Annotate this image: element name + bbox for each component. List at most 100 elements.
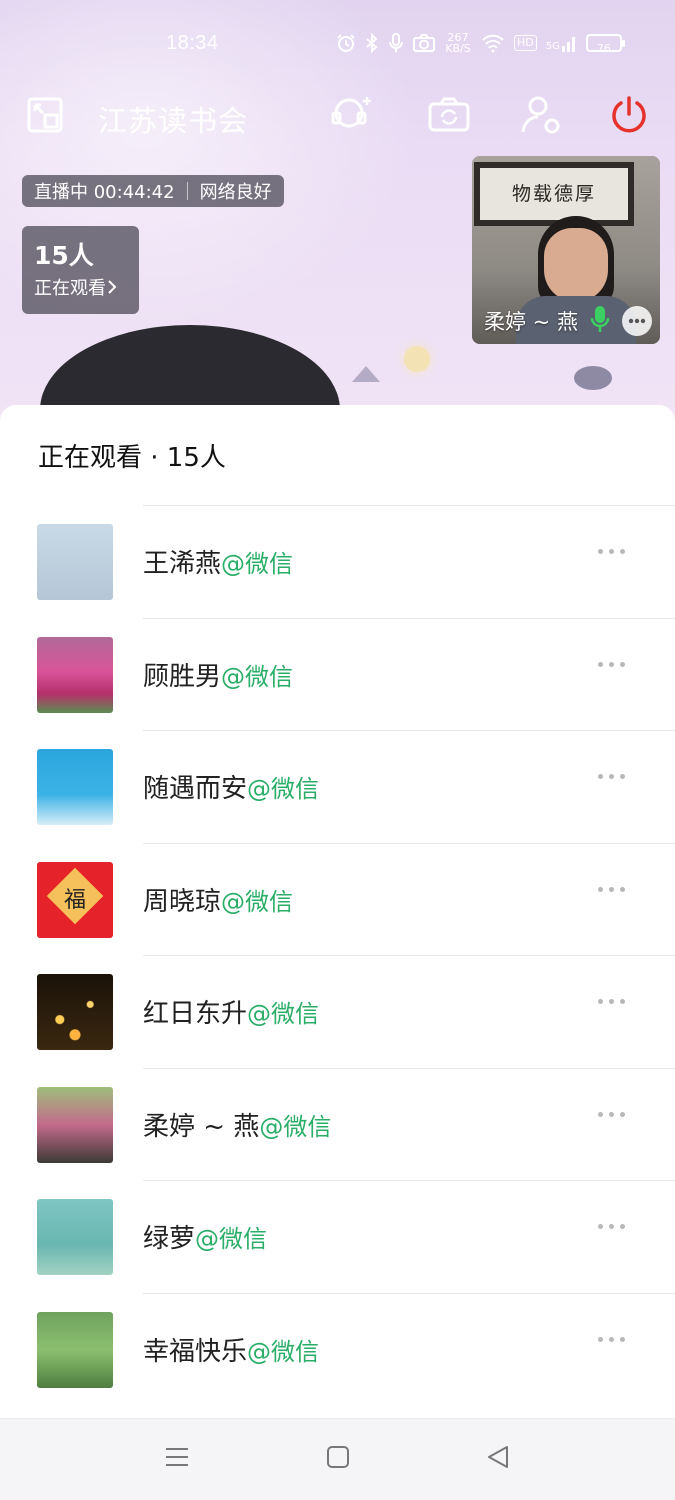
more-dot [620,999,625,1004]
more-options-icon[interactable] [622,306,652,336]
moon-decoration [404,346,430,372]
fu-text: 福 [63,887,86,913]
calligraphy-plaque: 物载德厚 [474,162,634,226]
viewer-row[interactable]: 幸福快乐@微信 [0,1292,675,1406]
row-more-icon[interactable] [598,1111,625,1117]
row-divider [143,505,675,506]
more-dot [598,1224,603,1229]
live-status-pill: 直播中 00:44:42 网络良好 [22,175,284,207]
more-dot [609,999,614,1004]
row-more-icon[interactable] [598,886,625,892]
more-dot [598,1111,603,1117]
row-more-icon[interactable] [598,774,625,779]
viewer-name-line: 王浠燕@微信 [143,543,293,580]
more-dot [620,661,625,667]
switch-camera-icon[interactable] [426,92,472,138]
viewer-name: 幸福快乐 [143,1336,248,1367]
camera-icon [413,33,435,53]
status-icons: 267 KB/S HD 5G 76 [336,31,625,55]
viewer-row[interactable]: 随遇而安@微信 [0,730,675,843]
more-dot [598,999,603,1004]
viewer-source: @微信 [247,1337,320,1366]
viewer-row[interactable]: 红日东升@微信 [0,955,675,1068]
status-bar: 18:34 267 KB/S HD 5G 76 [0,28,675,62]
viewers-card[interactable]: 15人 正在观看 [22,226,139,314]
alarm-icon [336,33,356,53]
viewer-name-line: 柔婷 ~ 燕@微信 [143,1106,331,1143]
add-guest-icon[interactable] [328,92,374,138]
row-divider [143,955,675,956]
avatar[interactable]: 福 [37,861,113,938]
back-icon[interactable] [484,1443,512,1475]
net-speed: 267 KB/S [445,31,471,55]
row-divider [143,1067,675,1069]
viewer-row[interactable]: 绿萝@微信 [0,1180,675,1293]
row-more-icon[interactable] [598,1224,625,1229]
row-more-icon[interactable] [598,549,625,554]
guest-face [544,228,608,302]
status-time: 18:34 [166,32,219,54]
viewer-source: @微信 [221,662,294,691]
viewer-source: @微信 [259,1112,332,1141]
signal-icon: 5G [546,34,577,52]
bluetooth-icon [365,33,379,53]
avatar[interactable] [37,636,113,713]
guest-video-tile[interactable]: 物载德厚 柔婷 ~ 燕 [472,156,660,344]
viewer-count: 15人 [34,241,94,270]
power-icon[interactable] [606,92,652,138]
viewer-row[interactable]: 顾胜男@微信 [0,617,675,731]
viewer-source: @微信 [221,550,294,578]
viewer-name: 绿萝 [143,1224,196,1254]
sheet-title: 正在观看 · 15人 [38,443,226,473]
viewer-row[interactable]: 王浠燕@微信 [0,505,675,618]
more-dot [609,1111,614,1117]
viewer-name: 王浠燕 [143,549,222,579]
member-settings-icon[interactable] [518,92,564,138]
viewer-source: @微信 [221,887,294,916]
home-icon[interactable] [324,1443,352,1475]
viewer-source: @微信 [195,1225,268,1253]
avatar[interactable] [37,524,113,600]
more-dot [609,549,614,554]
live-duration: 直播中 00:44:42 [34,182,175,203]
live-toolbar: 江苏读书会 [0,92,675,142]
viewer-list: 王浠燕@微信 顾胜男@微信 随遇而安@微信福周晓琼@微信 红日东升@微信 柔婷 ~ 燕@… [0,505,675,1405]
viewer-row[interactable]: 福 周晓琼@微信 [0,842,675,956]
row-divider [143,1292,675,1294]
viewer-source: @微信 [247,1000,320,1028]
viewer-source: @微信 [247,775,320,803]
row-more-icon[interactable] [598,1336,625,1342]
viewer-name-line: 红日东升@微信 [143,993,319,1030]
viewer-row[interactable]: 柔婷 ~ 燕@微信 [0,1067,675,1181]
viewer-name: 随遇而安 [143,774,248,804]
avatar[interactable] [37,974,113,1050]
viewer-name-line: 幸福快乐@微信 [143,1331,319,1368]
room-title: 江苏读书会 [98,104,249,138]
viewer-name: 顾胜男 [143,661,222,692]
more-dot [598,886,603,892]
more-dot [620,1111,625,1117]
exit-pip-icon[interactable] [22,92,68,138]
system-nav-bar [0,1418,675,1500]
row-more-icon[interactable] [598,999,625,1004]
shape-decoration [574,366,612,390]
guest-name: 柔婷 ~ 燕 [484,310,578,334]
viewer-name: 周晓琼 [143,886,222,917]
menu-icon[interactable] [163,1443,191,1475]
network-status: 网络良好 [199,182,272,203]
more-dot [620,774,625,779]
avatar[interactable] [37,1199,113,1275]
more-dot [609,886,614,892]
row-divider [143,617,675,619]
more-dot [609,774,614,779]
viewers-sheet: 正在观看 · 15人 王浠燕@微信 顾胜男@微信 随遇而安@微信福周晓琼@微信 红日东… [0,405,675,1500]
mic-icon [388,33,404,53]
row-more-icon[interactable] [598,661,625,667]
avatar[interactable] [37,1311,113,1388]
more-dot [620,1336,625,1342]
more-dot [609,1336,614,1342]
more-dot [620,886,625,892]
avatar[interactable] [37,749,113,825]
avatar[interactable] [37,1086,113,1163]
triangle-decoration [352,366,380,382]
